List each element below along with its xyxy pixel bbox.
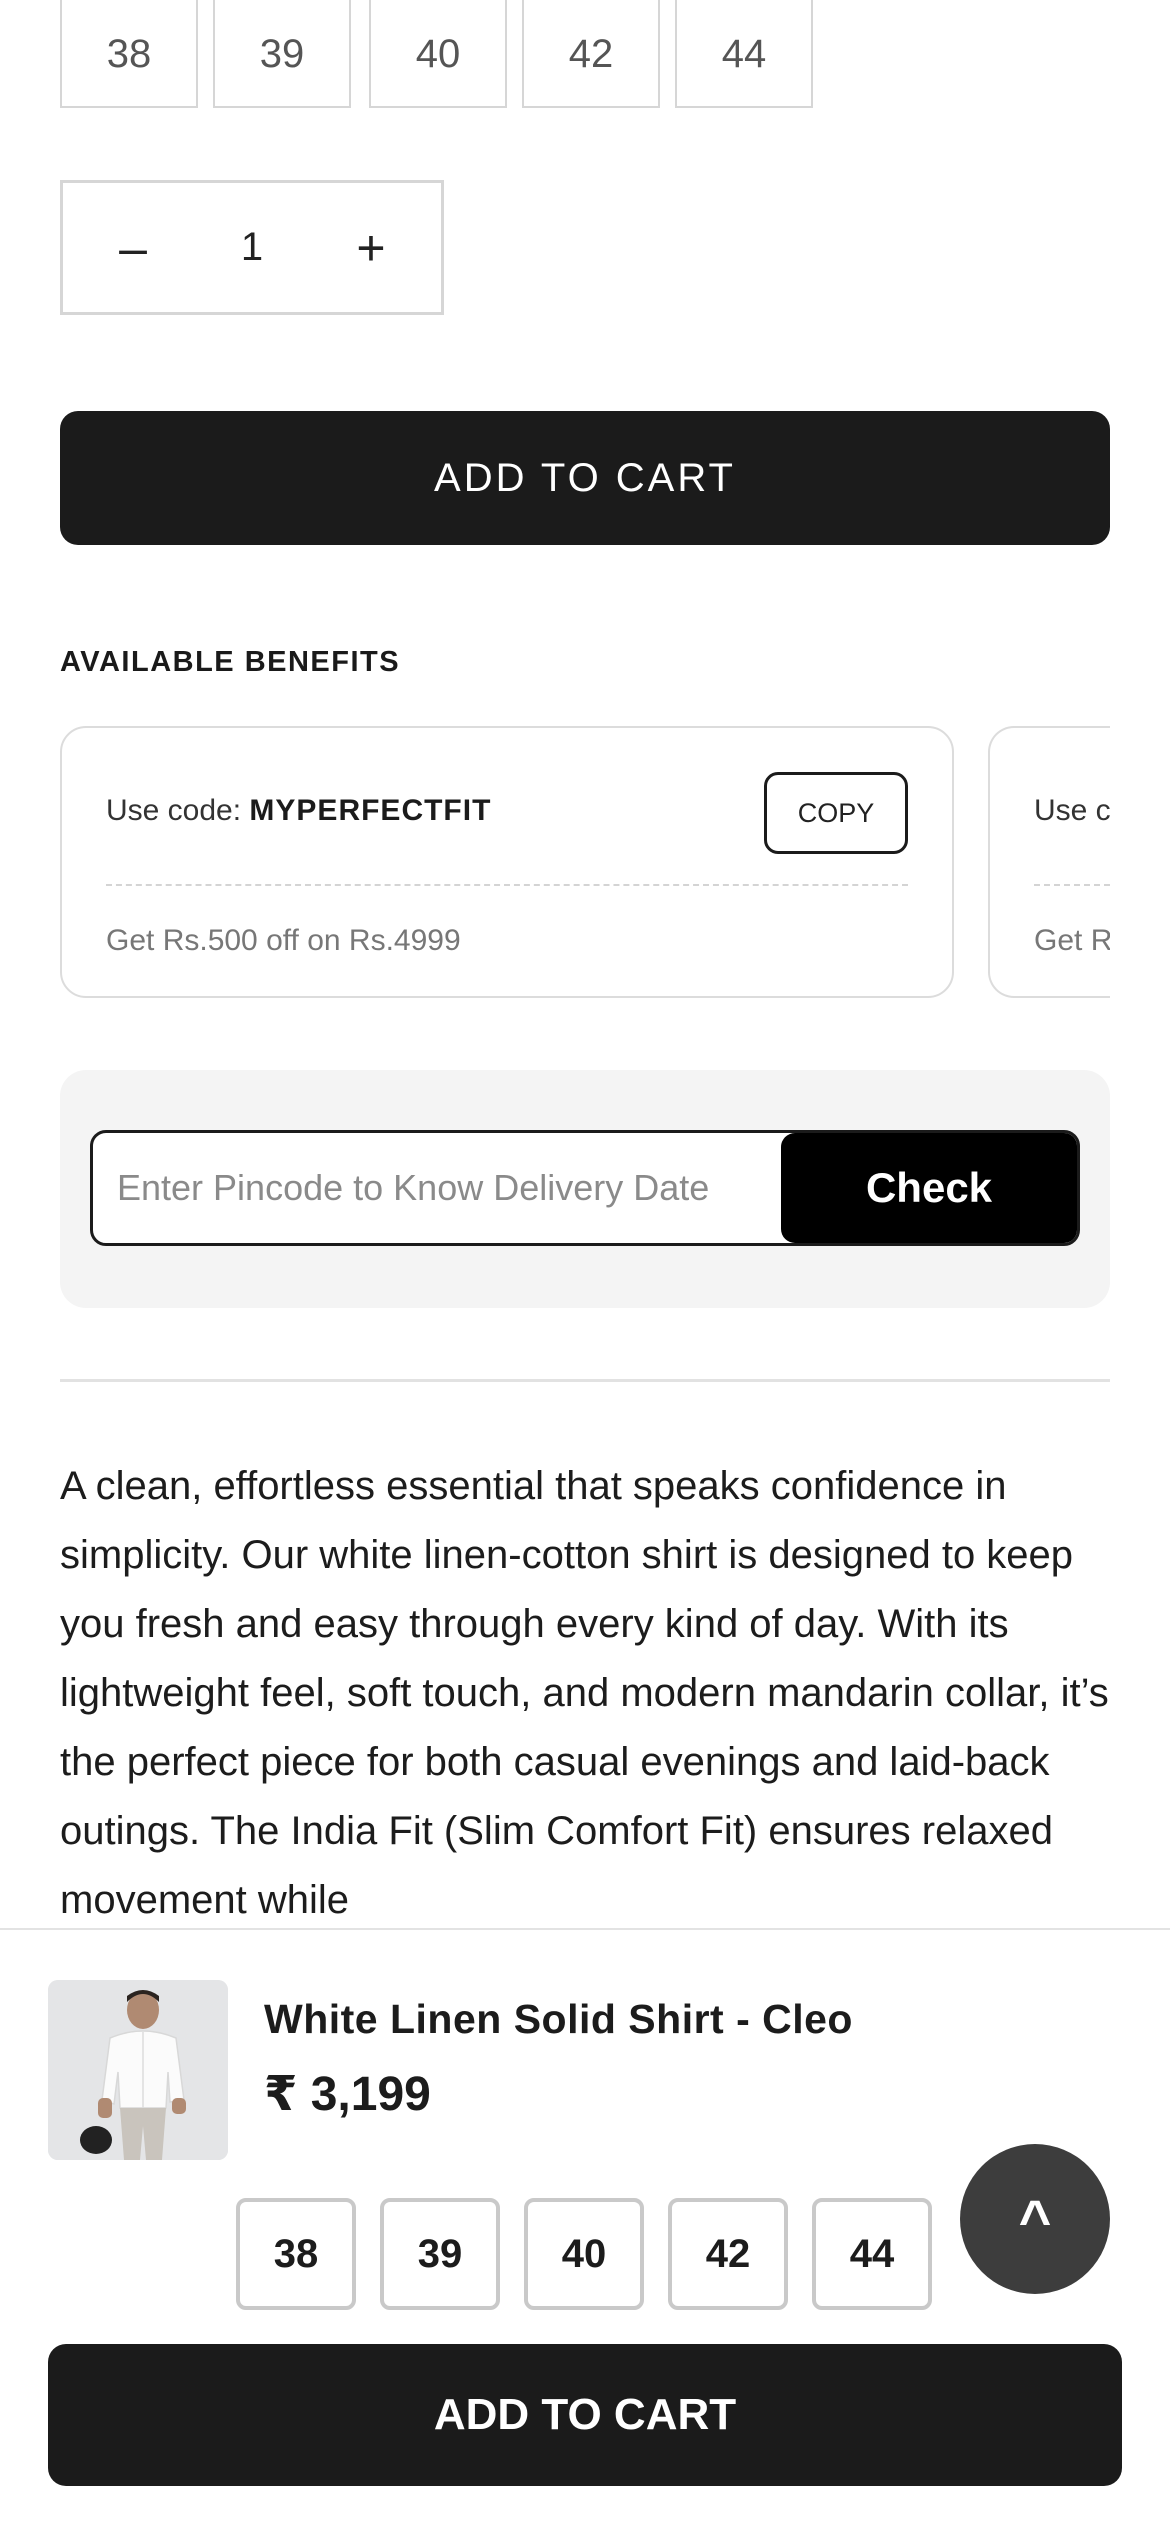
section-divider (60, 1379, 1110, 1382)
size-option-38[interactable]: 38 (60, 0, 198, 108)
sticky-cart-bar: White Linen Solid Shirt - Cleo ₹ 3,199 3… (0, 1928, 1170, 2532)
decrease-quantity-button[interactable]: – (103, 223, 163, 273)
coupon-code: MYPERFECTFIT (249, 794, 492, 827)
scroll-to-top-button[interactable]: ^ (960, 2144, 1110, 2294)
sticky-size-option-44[interactable]: 44 (812, 2198, 932, 2310)
copy-code-button[interactable]: COPY (764, 772, 908, 854)
coupon-description: Get R (1034, 924, 1110, 957)
product-thumbnail-shirt (48, 1980, 228, 2160)
quantity-stepper: – 1 + (60, 180, 444, 315)
increase-quantity-button[interactable]: + (341, 223, 401, 273)
product-description: A clean, effortless essential that speak… (60, 1464, 1109, 1922)
coupon-card-partial[interactable]: Use c Get R (988, 726, 1110, 998)
size-option-40[interactable]: 40 (369, 0, 507, 108)
coupon-divider (1034, 884, 1110, 886)
benefits-heading: AVAILABLE BENEFITS (60, 646, 401, 678)
coupon-divider (106, 884, 908, 886)
size-option-44[interactable]: 44 (675, 0, 813, 108)
sticky-size-option-40[interactable]: 40 (524, 2198, 644, 2310)
sticky-size-option-42[interactable]: 42 (668, 2198, 788, 2310)
product-thumbnail[interactable] (48, 1980, 228, 2160)
size-option-42[interactable]: 42 (522, 0, 660, 108)
add-to-cart-button[interactable]: ADD TO CART (60, 411, 1110, 545)
pincode-form: Check (90, 1130, 1080, 1246)
size-option-39[interactable]: 39 (213, 0, 351, 108)
pincode-panel: Check (60, 1070, 1110, 1308)
sticky-add-to-cart-button[interactable]: ADD TO CART (48, 2344, 1122, 2486)
coupon-description: Get Rs.500 off on Rs.4999 (106, 924, 461, 957)
quantity-value: 1 (240, 225, 264, 269)
sticky-size-option-39[interactable]: 39 (380, 2198, 500, 2310)
pincode-input[interactable] (93, 1133, 783, 1243)
product-name: White Linen Solid Shirt - Cleo (264, 1996, 853, 2042)
coupon-code-line: Use code: MYPERFECTFIT (106, 794, 492, 827)
check-button[interactable]: Check (781, 1133, 1077, 1243)
sticky-size-option-38[interactable]: 38 (236, 2198, 356, 2310)
coupon-card: Use code: MYPERFECTFIT COPY Get Rs.500 o… (60, 726, 954, 998)
product-price: ₹ 3,199 (264, 2068, 431, 2121)
chevron-up-icon: ^ (1018, 2187, 1052, 2251)
coupon-code-line: Use c (1034, 794, 1110, 827)
